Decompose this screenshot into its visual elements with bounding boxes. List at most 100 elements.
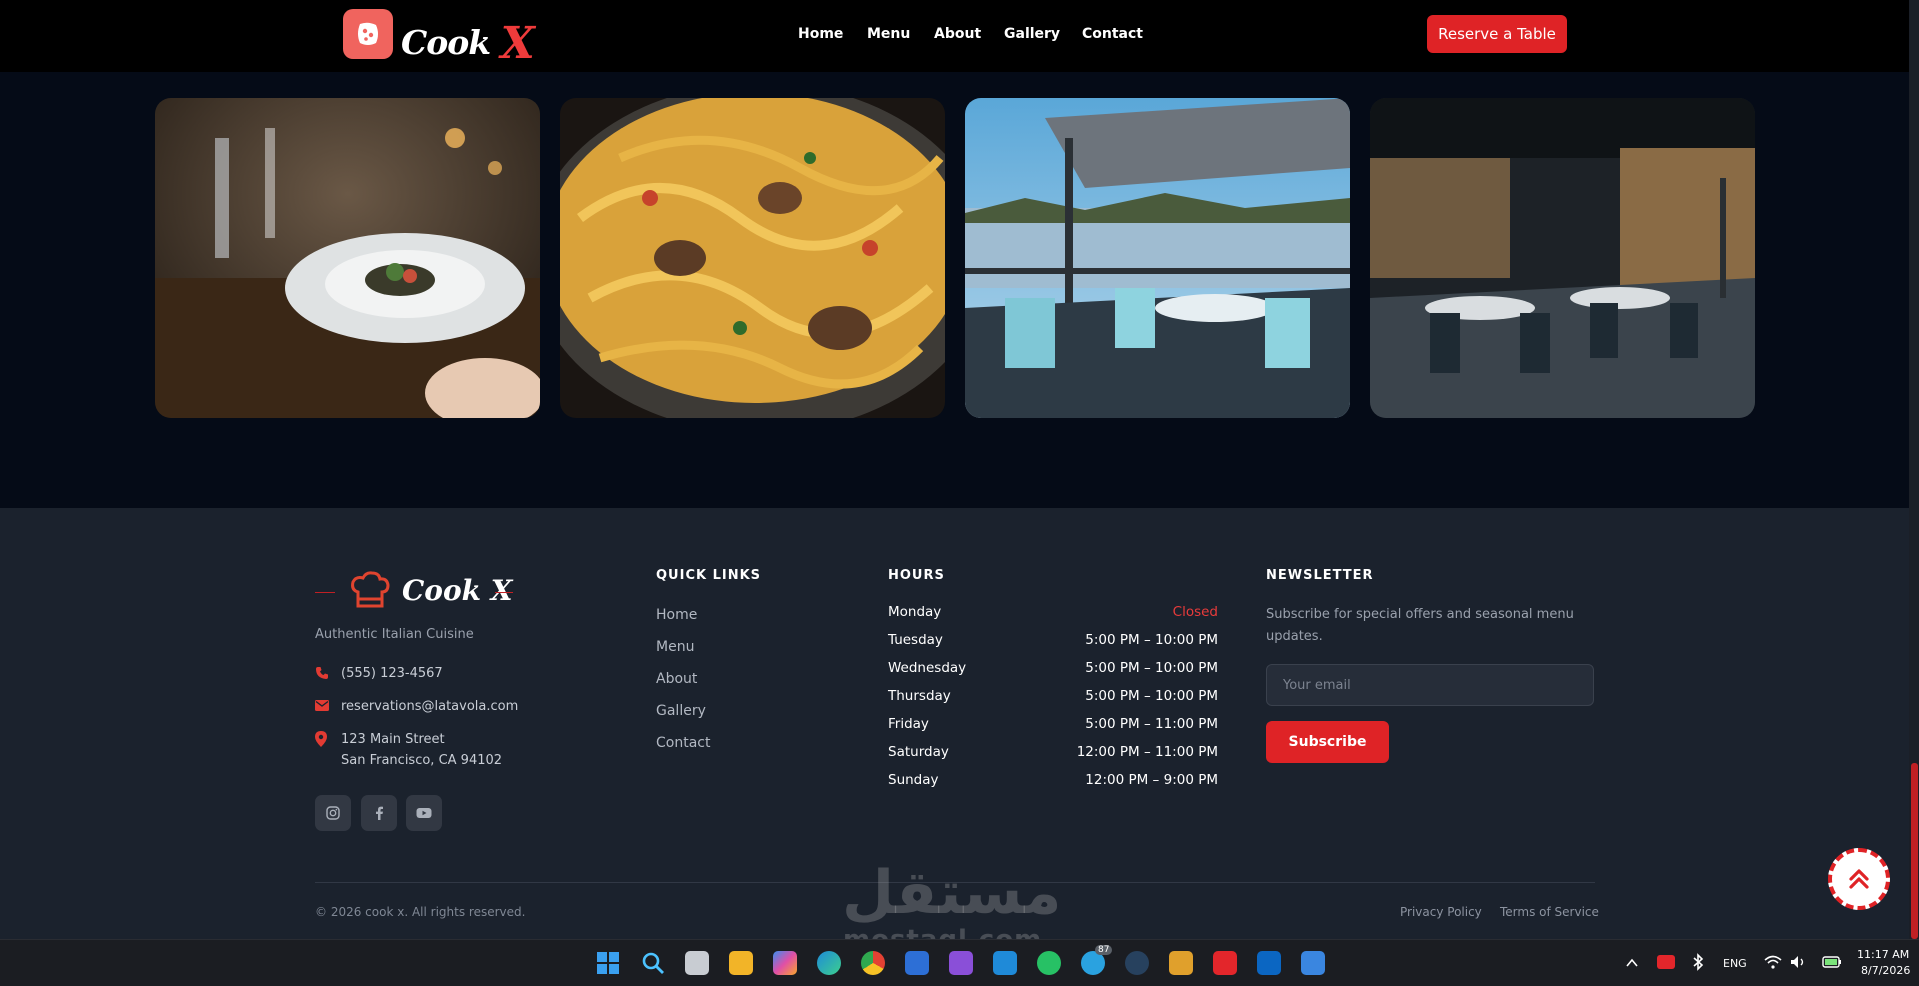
hours-row-thursday: Thursday 5:00 PM – 10:00 PM: [888, 688, 1218, 708]
hours-day: Saturday: [888, 744, 949, 760]
edge-icon[interactable]: [817, 951, 841, 975]
newsletter-email-input[interactable]: [1266, 664, 1594, 706]
nav-home[interactable]: Home: [798, 26, 843, 42]
footer-link-about[interactable]: About: [656, 671, 697, 687]
windows-start-icon[interactable]: [596, 951, 620, 975]
steam-icon[interactable]: [1125, 951, 1149, 975]
subscribe-button[interactable]: Subscribe: [1266, 721, 1389, 763]
logo-x: X: [500, 18, 535, 69]
instagram-icon: [326, 806, 340, 820]
hours-row-tuesday: Tuesday 5:00 PM – 10:00 PM: [888, 632, 1218, 652]
footer-link-contact[interactable]: Contact: [656, 735, 710, 751]
hours-time: 5:00 PM – 10:00 PM: [1085, 688, 1218, 704]
hours-time: 12:00 PM – 9:00 PM: [1085, 772, 1218, 788]
reserve-table-button[interactable]: Reserve a Table: [1427, 15, 1567, 53]
search-icon[interactable]: [641, 951, 665, 975]
file-explorer-icon[interactable]: [729, 951, 753, 975]
footer-link-gallery[interactable]: Gallery: [656, 703, 706, 719]
volume-icon[interactable]: [1790, 955, 1806, 969]
footer-phone[interactable]: (555) 123-4567: [341, 666, 443, 681]
linkedin-icon[interactable]: [1257, 951, 1281, 975]
logo-wordmark[interactable]: Cook X: [401, 14, 535, 69]
whatsapp-icon[interactable]: [1037, 951, 1061, 975]
nav-contact[interactable]: Contact: [1082, 26, 1143, 42]
footer-brand-x: X: [490, 574, 513, 607]
footer-address-line1: 123 Main Street: [341, 732, 445, 747]
newsletter-heading: NEWSLETTER: [1266, 568, 1374, 583]
gallery-image-plated-dish[interactable]: [155, 98, 540, 418]
clock-time[interactable]: 11:17 AM: [1857, 948, 1909, 961]
envelope-icon: [315, 700, 329, 711]
footer-link-menu[interactable]: Menu: [656, 639, 694, 655]
hours-row-sunday: Sunday 12:00 PM – 9:00 PM: [888, 772, 1218, 792]
newsletter-description-line2: updates.: [1266, 629, 1323, 644]
dice-logo-icon: [358, 22, 378, 45]
footer-address-line2: San Francisco, CA 94102: [341, 753, 503, 768]
double-chevron-up-icon: [1849, 869, 1869, 889]
page-scrollbar-thumb[interactable]: [1911, 763, 1918, 939]
facebook-button[interactable]: [361, 795, 397, 831]
task-view-icon[interactable]: [685, 951, 709, 975]
nav-gallery[interactable]: Gallery: [1004, 26, 1060, 42]
chrome-icon[interactable]: [861, 951, 885, 975]
watermark-arabic: مستقل: [842, 858, 1062, 928]
clock-date[interactable]: 8/7/2026: [1861, 964, 1910, 977]
tray-app-icon[interactable]: [1657, 955, 1675, 969]
back-to-top-button[interactable]: [1828, 848, 1890, 910]
hours-row-wednesday: Wednesday 5:00 PM – 10:00 PM: [888, 660, 1218, 680]
chef-hat-icon: [351, 571, 390, 608]
vscode-icon[interactable]: [993, 951, 1017, 975]
hours-time: 5:00 PM – 11:00 PM: [1085, 716, 1218, 732]
hours-row-friday: Friday 5:00 PM – 11:00 PM: [888, 716, 1218, 736]
pasta-photo: [560, 98, 945, 418]
hours-day: Monday: [888, 604, 942, 620]
copilot-icon[interactable]: [773, 951, 797, 975]
plated-dish-photo: [155, 98, 540, 418]
hours-day: Wednesday: [888, 660, 967, 676]
hours-day: Thursday: [888, 688, 951, 704]
hours-time: 5:00 PM – 10:00 PM: [1085, 632, 1218, 648]
nav-menu[interactable]: Menu: [867, 26, 910, 42]
app-cube-icon[interactable]: [1169, 951, 1193, 975]
hours-row-monday: Monday Closed: [888, 604, 1218, 624]
hours-day: Friday: [888, 716, 929, 732]
hours-time: 5:00 PM – 10:00 PM: [1085, 660, 1218, 676]
footer-link-home[interactable]: Home: [656, 607, 697, 623]
bluetooth-icon[interactable]: [1692, 953, 1704, 971]
hours-time: 12:00 PM – 11:00 PM: [1076, 744, 1218, 760]
brand-rule-left: [315, 592, 335, 593]
privacy-policy-link[interactable]: Privacy Policy: [1400, 905, 1482, 919]
gallery-image-pasta[interactable]: [560, 98, 945, 418]
logo-word: Cook: [401, 23, 491, 62]
phone-icon: [316, 667, 328, 679]
gallery-image-dining-room[interactable]: [1370, 98, 1755, 418]
terms-of-service-link[interactable]: Terms of Service: [1500, 905, 1599, 919]
gallery-image-terrace[interactable]: [965, 98, 1350, 418]
logo-badge[interactable]: [343, 9, 393, 59]
youtube-button[interactable]: [406, 795, 442, 831]
hours-heading: HOURS: [888, 568, 945, 583]
footer-email[interactable]: reservations@latavola.com: [341, 699, 518, 714]
microsoft-store-icon[interactable]: [905, 951, 929, 975]
brand-rule-right: [495, 592, 513, 593]
waterfront-terrace-photo: [965, 98, 1350, 418]
app-tools-icon[interactable]: [1301, 951, 1325, 975]
footer-brand-word: Cook: [402, 574, 482, 607]
instagram-button[interactable]: [315, 795, 351, 831]
hours-day: Sunday: [888, 772, 939, 788]
language-indicator[interactable]: ENG: [1723, 957, 1747, 970]
wifi-icon[interactable]: [1764, 955, 1782, 969]
visual-studio-icon[interactable]: [949, 951, 973, 975]
battery-icon[interactable]: [1822, 955, 1842, 969]
copyright-text: © 2026 cook x. All rights reserved.: [315, 905, 526, 919]
gallery-section: [0, 72, 1909, 508]
nav-about[interactable]: About: [934, 26, 981, 42]
hours-day: Tuesday: [888, 632, 943, 648]
facebook-icon: [376, 806, 383, 820]
chevron-up-icon[interactable]: [1626, 958, 1638, 968]
location-pin-icon: [315, 731, 327, 747]
newsletter-description-line1: Subscribe for special offers and seasona…: [1266, 607, 1574, 622]
footer-brand-wordmark[interactable]: Cook X: [402, 574, 513, 607]
wps-office-icon[interactable]: [1213, 951, 1237, 975]
youtube-icon: [416, 808, 432, 818]
